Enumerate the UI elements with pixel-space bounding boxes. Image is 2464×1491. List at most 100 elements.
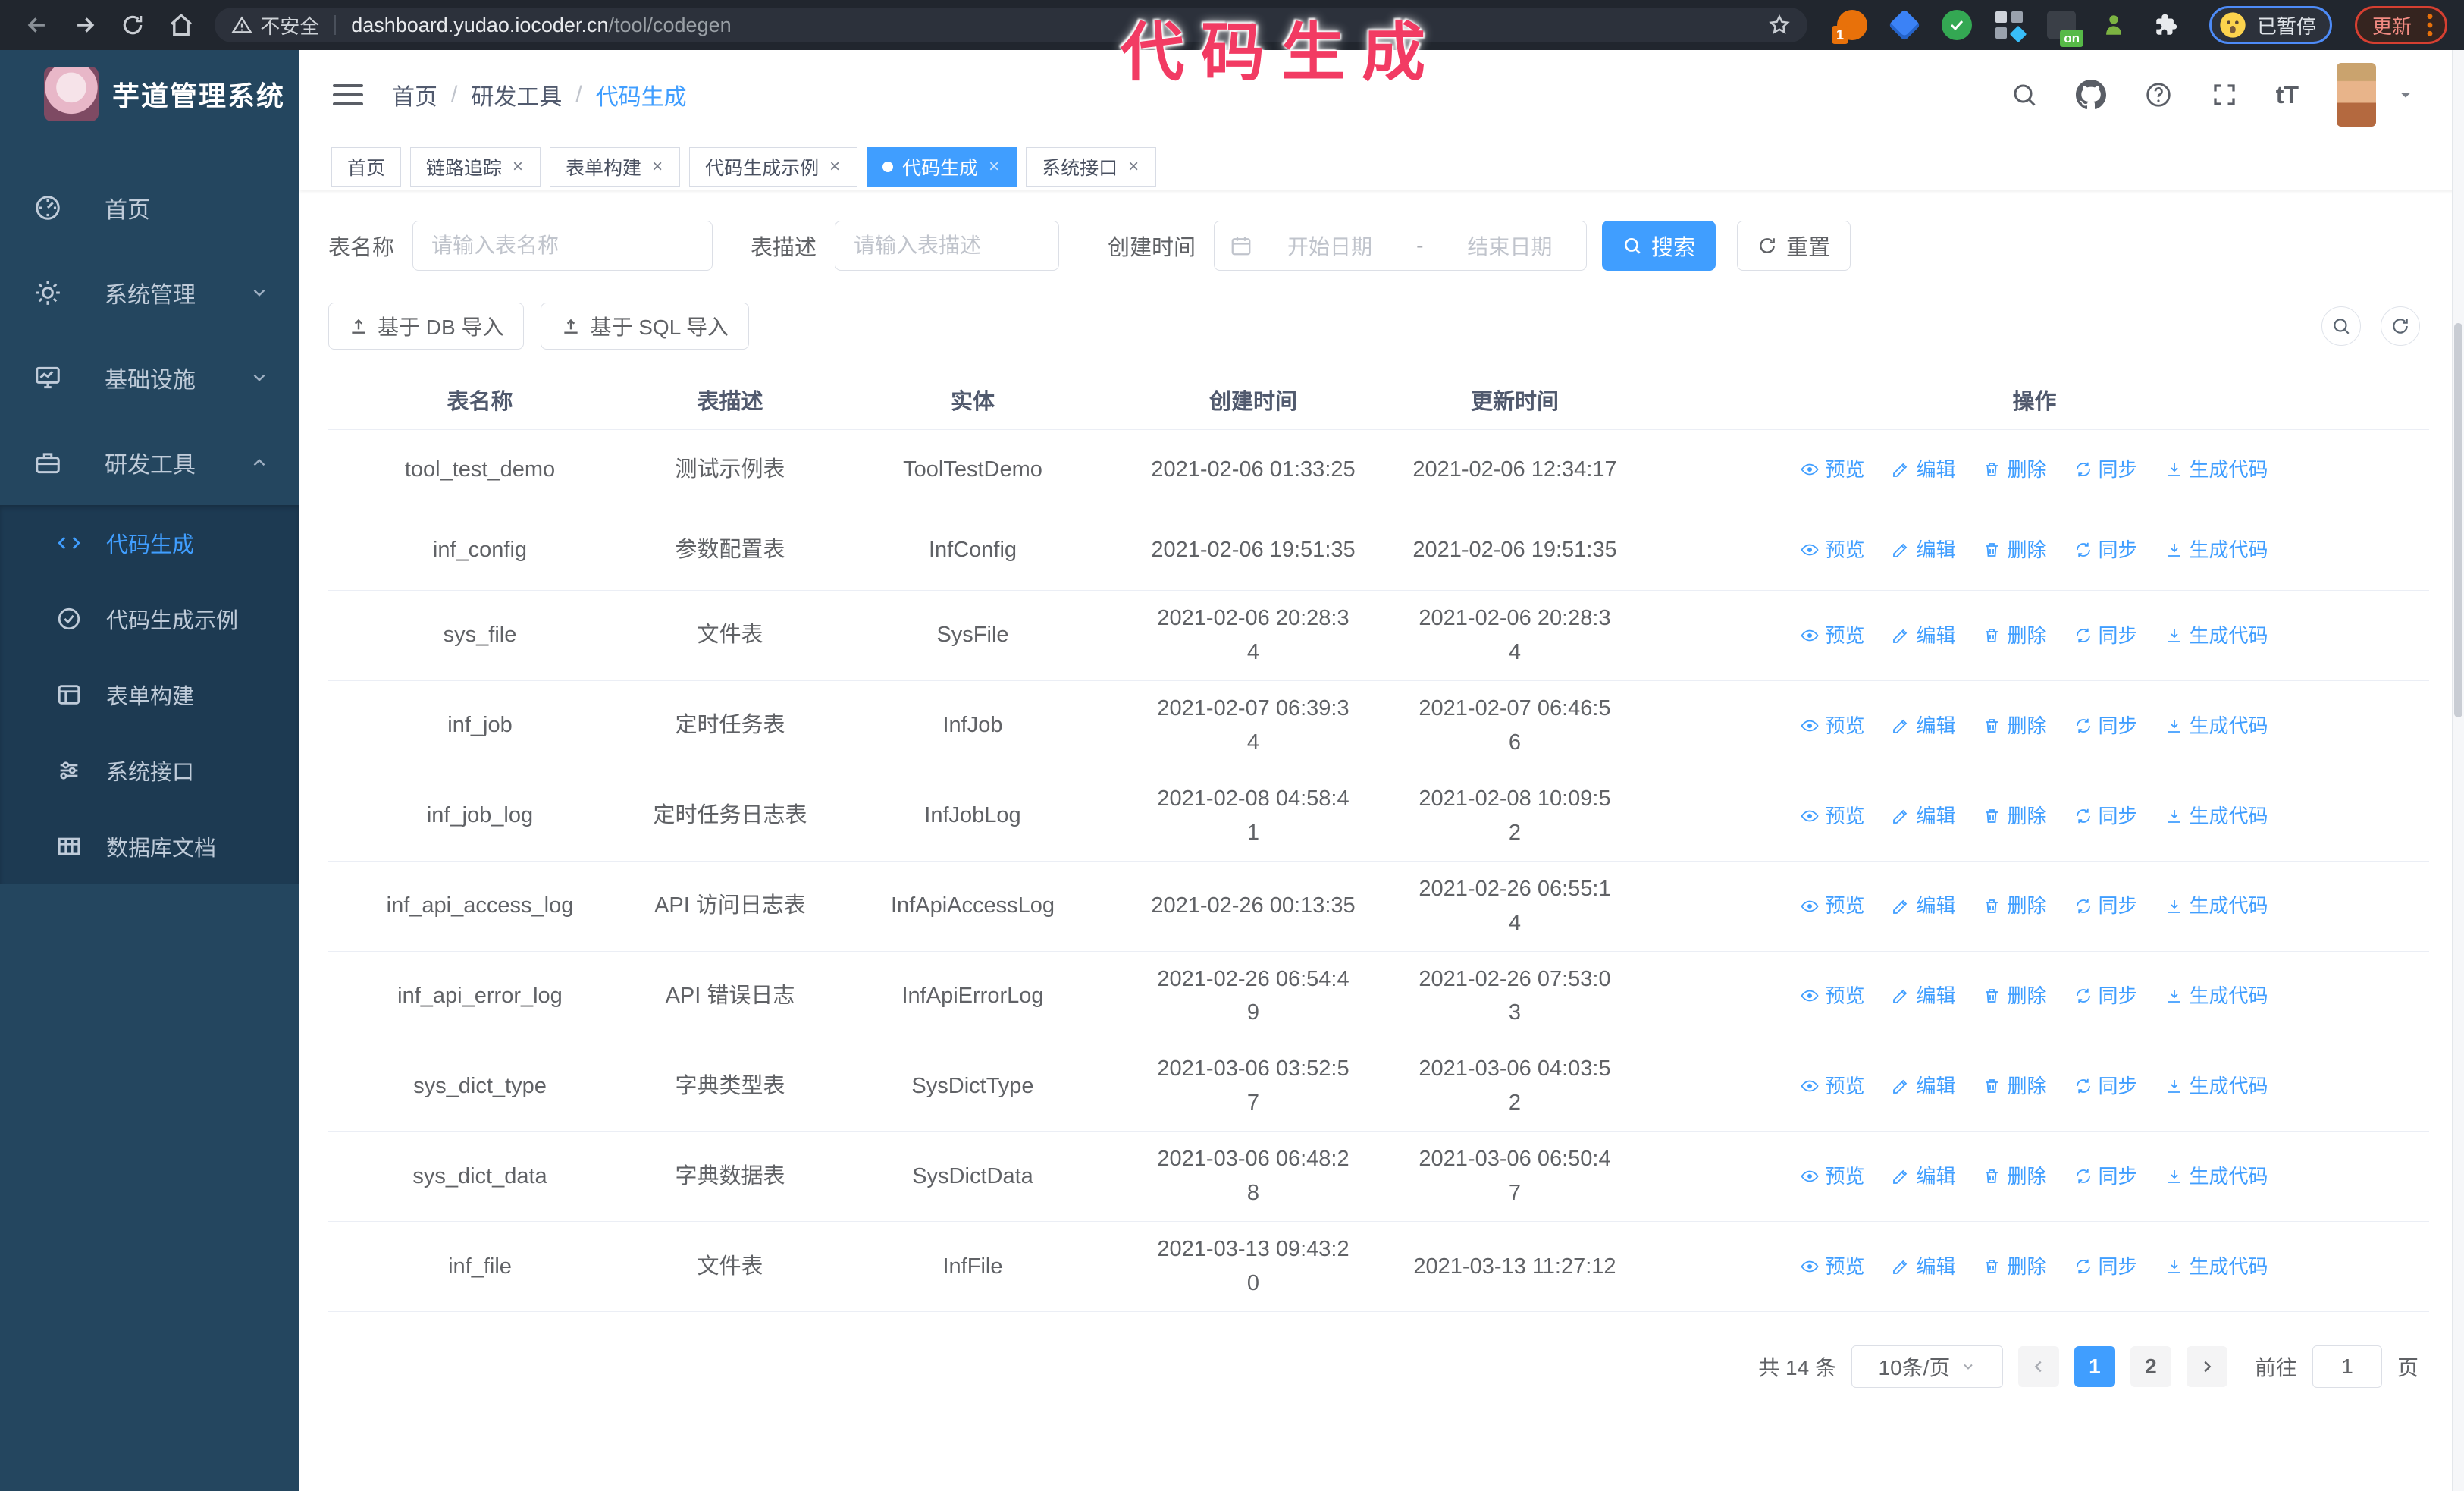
- goto-page-input[interactable]: [2312, 1345, 2382, 1388]
- sidebar-logo[interactable]: 芋道管理系统: [0, 50, 299, 138]
- delete-link[interactable]: 删除: [1983, 1071, 2047, 1101]
- user-avatar[interactable]: [2337, 63, 2376, 127]
- breadcrumb-home[interactable]: 首页: [392, 78, 437, 111]
- browser-update-button[interactable]: 更新: [2355, 6, 2448, 44]
- delete-link[interactable]: 删除: [1983, 1161, 2047, 1191]
- tab-codegen-demo[interactable]: 代码生成示例 ×: [689, 147, 858, 187]
- generate-code-link[interactable]: 生成代码: [2165, 1251, 2268, 1282]
- extension-grid-icon[interactable]: [1993, 9, 2027, 43]
- preview-link[interactable]: 预览: [1801, 711, 1864, 741]
- generate-code-link[interactable]: 生成代码: [2165, 454, 2268, 485]
- fullscreen-icon[interactable]: [2211, 81, 2238, 108]
- delete-link[interactable]: 删除: [1983, 454, 2047, 485]
- preview-link[interactable]: 预览: [1801, 454, 1864, 485]
- page-button-1[interactable]: 1: [2074, 1346, 2115, 1387]
- sync-link[interactable]: 同步: [2074, 801, 2138, 831]
- sync-link[interactable]: 同步: [2074, 1071, 2138, 1101]
- search-icon[interactable]: [2011, 81, 2038, 108]
- sidebar-item-form-builder[interactable]: 表单构建: [0, 657, 299, 733]
- delete-link[interactable]: 删除: [1983, 711, 2047, 741]
- generate-code-link[interactable]: 生成代码: [2165, 801, 2268, 831]
- close-icon[interactable]: ×: [987, 156, 1001, 177]
- extension-gem-icon[interactable]: [1888, 8, 1921, 42]
- delete-link[interactable]: 删除: [1983, 1251, 2047, 1282]
- sidebar-toggle-icon[interactable]: [333, 84, 363, 105]
- date-range-picker[interactable]: 开始日期 - 结束日期: [1214, 221, 1588, 271]
- github-icon[interactable]: [2075, 80, 2106, 110]
- sidebar-item-home[interactable]: 首页: [0, 165, 299, 250]
- bookmark-star-icon[interactable]: [1768, 14, 1791, 36]
- generate-code-link[interactable]: 生成代码: [2165, 1071, 2268, 1101]
- site-security-info[interactable]: 不安全: [231, 11, 319, 39]
- address-bar[interactable]: 不安全 dashboard.yudao.iocoder.cn/tool/code…: [215, 8, 1807, 42]
- search-button[interactable]: 搜索: [1602, 221, 1716, 271]
- tab-tracing[interactable]: 链路追踪 ×: [410, 147, 541, 187]
- edit-link[interactable]: 编辑: [1892, 1161, 1955, 1191]
- sync-link[interactable]: 同步: [2074, 620, 2138, 651]
- edit-link[interactable]: 编辑: [1892, 890, 1955, 921]
- sidebar-item-codegen-demo[interactable]: 代码生成示例: [0, 581, 299, 657]
- sync-link[interactable]: 同步: [2074, 1251, 2138, 1282]
- font-size-icon[interactable]: tT: [2276, 81, 2299, 109]
- generate-code-link[interactable]: 生成代码: [2165, 1161, 2268, 1191]
- delete-link[interactable]: 删除: [1983, 801, 2047, 831]
- preview-link[interactable]: 预览: [1801, 1251, 1864, 1282]
- table-name-input[interactable]: [412, 221, 713, 271]
- scrollbar-track[interactable]: [2452, 50, 2464, 1491]
- prev-page-button[interactable]: [2017, 1346, 2059, 1387]
- table-desc-input[interactable]: [835, 221, 1060, 271]
- sidebar-item-system-api[interactable]: 系统接口: [0, 733, 299, 808]
- sync-link[interactable]: 同步: [2074, 981, 2138, 1011]
- edit-link[interactable]: 编辑: [1892, 711, 1955, 741]
- tab-form-builder[interactable]: 表单构建 ×: [550, 147, 681, 187]
- toggle-search-icon[interactable]: [2321, 306, 2361, 346]
- edit-link[interactable]: 编辑: [1892, 1071, 1955, 1101]
- edit-link[interactable]: 编辑: [1892, 620, 1955, 651]
- preview-link[interactable]: 预览: [1801, 981, 1864, 1011]
- kebab-menu-icon[interactable]: [2425, 12, 2434, 38]
- preview-link[interactable]: 预览: [1801, 1161, 1864, 1191]
- page-button-2[interactable]: 2: [2130, 1346, 2171, 1387]
- refresh-table-icon[interactable]: [2381, 306, 2420, 346]
- import-sql-button[interactable]: 基于 SQL 导入: [541, 303, 750, 350]
- page-size-select[interactable]: 10条/页: [1851, 1345, 2003, 1388]
- generate-code-link[interactable]: 生成代码: [2165, 535, 2268, 565]
- sync-link[interactable]: 同步: [2074, 1161, 2138, 1191]
- delete-link[interactable]: 删除: [1983, 981, 2047, 1011]
- generate-code-link[interactable]: 生成代码: [2165, 620, 2268, 651]
- close-icon[interactable]: ×: [650, 156, 664, 177]
- forward-icon[interactable]: [64, 5, 105, 46]
- generate-code-link[interactable]: 生成代码: [2165, 981, 2268, 1011]
- extensions-puzzle-icon[interactable]: [2150, 9, 2182, 41]
- sidebar-item-system-mgmt[interactable]: 系统管理: [0, 250, 299, 335]
- extension-green-icon[interactable]: [2098, 9, 2130, 41]
- generate-code-link[interactable]: 生成代码: [2165, 890, 2268, 921]
- sidebar-item-dev-tools[interactable]: 研发工具: [0, 420, 299, 505]
- sidebar-item-codegen[interactable]: 代码生成: [0, 505, 299, 581]
- edit-link[interactable]: 编辑: [1892, 981, 1955, 1011]
- edit-link[interactable]: 编辑: [1892, 454, 1955, 485]
- preview-link[interactable]: 预览: [1801, 1071, 1864, 1101]
- delete-link[interactable]: 删除: [1983, 535, 2047, 565]
- import-db-button[interactable]: 基于 DB 导入: [328, 303, 525, 350]
- sidebar-item-infrastructure[interactable]: 基础设施: [0, 335, 299, 420]
- extension-dark-icon[interactable]: on: [2045, 9, 2083, 47]
- generate-code-link[interactable]: 生成代码: [2165, 711, 2268, 741]
- tab-home[interactable]: 首页: [331, 147, 402, 187]
- preview-link[interactable]: 预览: [1801, 620, 1864, 651]
- home-icon[interactable]: [161, 5, 201, 46]
- delete-link[interactable]: 删除: [1983, 890, 2047, 921]
- edit-link[interactable]: 编辑: [1892, 801, 1955, 831]
- tab-system-api[interactable]: 系统接口 ×: [1026, 147, 1157, 187]
- browser-profile-chip[interactable]: 已暂停: [2209, 6, 2332, 44]
- help-icon[interactable]: [2144, 80, 2173, 109]
- breadcrumb-devtools[interactable]: 研发工具: [471, 78, 562, 111]
- sync-link[interactable]: 同步: [2074, 711, 2138, 741]
- close-icon[interactable]: ×: [511, 156, 525, 177]
- next-page-button[interactable]: [2186, 1346, 2227, 1387]
- preview-link[interactable]: 预览: [1801, 801, 1864, 831]
- close-icon[interactable]: ×: [1127, 156, 1140, 177]
- close-icon[interactable]: ×: [828, 156, 842, 177]
- extension-check-icon[interactable]: [1941, 9, 1973, 41]
- sync-link[interactable]: 同步: [2074, 454, 2138, 485]
